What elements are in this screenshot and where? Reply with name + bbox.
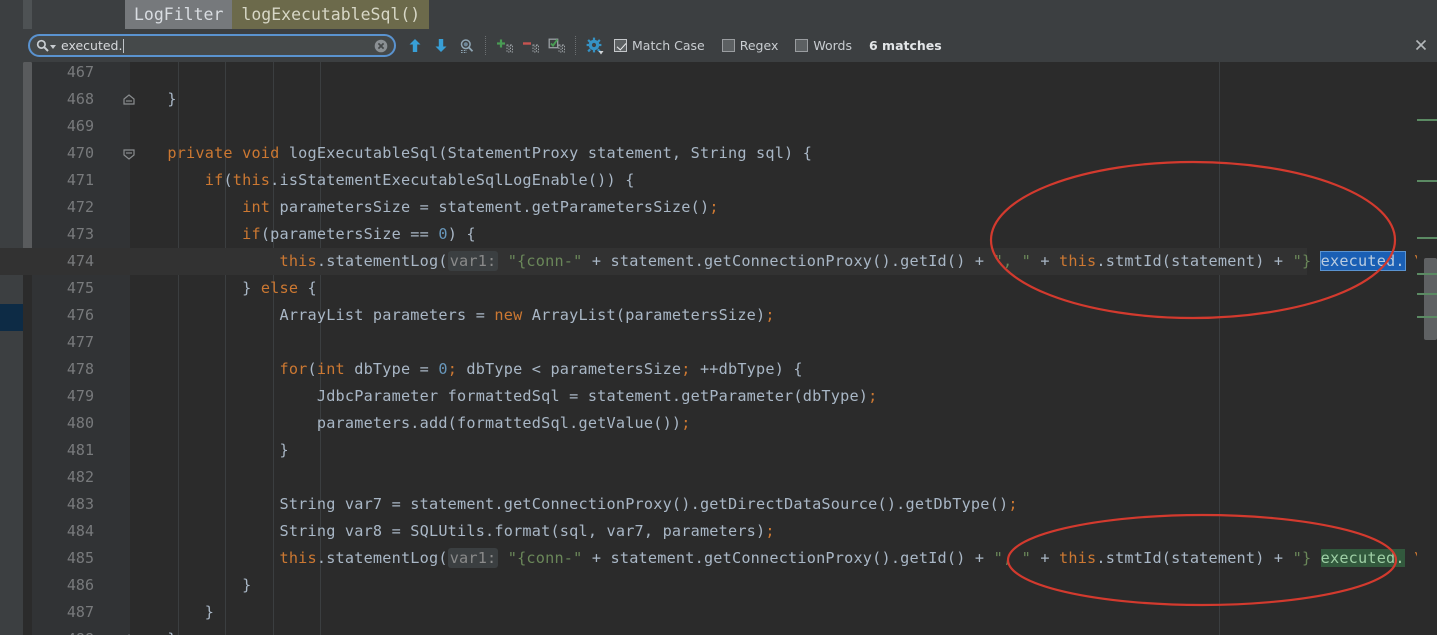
breadcrumb-item-method[interactable]: logExecutableSql() bbox=[232, 0, 430, 29]
find-all-button[interactable] bbox=[454, 33, 480, 59]
code-line-text: if(this.isStatementExecutableSqlLogEnabl… bbox=[204, 171, 635, 189]
find-settings-button[interactable] bbox=[582, 33, 608, 59]
parameter-hint: var1: bbox=[447, 251, 499, 271]
line-number: 476 bbox=[66, 306, 94, 324]
find-next-button[interactable] bbox=[428, 33, 454, 59]
code-line-text: this.statementLog(var1: "{conn-" + state… bbox=[279, 548, 1437, 568]
regex-checkbox[interactable]: Regex bbox=[721, 38, 779, 53]
line-number: 478 bbox=[66, 360, 94, 378]
search-match: executed. bbox=[1320, 549, 1405, 567]
code-line-text: int parametersSize = statement.getParame… bbox=[242, 198, 719, 216]
line-number: 472 bbox=[66, 198, 94, 216]
match-case-label: Match Case bbox=[632, 38, 705, 53]
words-label: Words bbox=[813, 38, 852, 53]
add-occurrence-button[interactable] bbox=[544, 33, 570, 59]
code-line[interactable] bbox=[0, 464, 1307, 491]
checkbox-icon bbox=[795, 39, 809, 52]
find-nav-group bbox=[402, 29, 608, 62]
line-number: 474 bbox=[66, 252, 94, 270]
code-line[interactable] bbox=[0, 86, 1307, 113]
code-line[interactable] bbox=[0, 329, 1307, 356]
code-line-text: parameters.add(formattedSql.getValue()); bbox=[130, 414, 691, 432]
line-number: 468 bbox=[66, 90, 94, 108]
line-number: 467 bbox=[66, 63, 94, 81]
code-line-text: JdbcParameter formattedSql = statement.g… bbox=[130, 387, 878, 405]
code-line[interactable] bbox=[0, 113, 1307, 140]
code-line-text: } else { bbox=[130, 279, 317, 297]
code-line-text: private void logExecutableSql(StatementP… bbox=[167, 144, 813, 162]
code-line[interactable] bbox=[0, 626, 1307, 635]
clear-circle-icon[interactable] bbox=[374, 39, 388, 53]
breadcrumb-item-class[interactable]: LogFilter bbox=[125, 0, 233, 29]
regex-label: Regex bbox=[739, 38, 779, 53]
code-line-text: } bbox=[130, 576, 252, 594]
code-line-text: ArrayList parameters = new ArrayList(par… bbox=[130, 306, 775, 324]
checkbox-icon bbox=[721, 39, 735, 52]
match-case-checkbox[interactable]: Match Case bbox=[614, 38, 705, 53]
select-all-occurrences-button[interactable] bbox=[492, 33, 518, 59]
search-icon bbox=[36, 39, 49, 52]
code-line-text: } bbox=[130, 441, 289, 459]
match-count-label: 6 matches bbox=[869, 38, 942, 53]
search-match-current: executed. bbox=[1319, 251, 1406, 271]
line-number: 471 bbox=[66, 171, 94, 189]
line-number: 470 bbox=[66, 144, 94, 162]
line-number: 483 bbox=[66, 495, 94, 513]
chevron-down-icon[interactable] bbox=[50, 45, 56, 49]
toolbar-separator bbox=[575, 36, 577, 55]
code-line[interactable] bbox=[0, 62, 1307, 86]
code-line-text: if(parametersSize == 0) { bbox=[242, 225, 476, 243]
vertical-scrollbar-thumb[interactable] bbox=[1424, 258, 1437, 340]
code-line-text: for(int dbType = 0; dbType < parametersS… bbox=[279, 360, 803, 378]
line-number: 484 bbox=[66, 522, 94, 540]
code-editor[interactable]: 467 468 } 469 470 private void logExecutabl… bbox=[0, 62, 1437, 635]
remove-occurrence-button[interactable] bbox=[518, 33, 544, 59]
checkbox-icon bbox=[614, 39, 627, 52]
line-number: 482 bbox=[66, 468, 94, 486]
text-cursor bbox=[123, 38, 125, 53]
line-number: 488 bbox=[32, 626, 94, 635]
line-number: 477 bbox=[66, 333, 94, 351]
line-number: 479 bbox=[66, 387, 94, 405]
editor-window: LogFilter logExecutableSql() executed. M… bbox=[0, 0, 1437, 635]
line-number: 480 bbox=[66, 414, 94, 432]
line-number: 485 bbox=[66, 549, 94, 567]
line-number: 475 bbox=[66, 279, 94, 297]
line-number: 469 bbox=[66, 117, 94, 135]
code-line-text: String var8 = SQLUtils.format(sql, var7,… bbox=[130, 522, 775, 540]
find-options-group: Match Case Regex Words 6 matches bbox=[614, 29, 942, 62]
search-input-value: executed. bbox=[61, 38, 123, 53]
code-line-text: } bbox=[130, 90, 177, 108]
find-previous-button[interactable] bbox=[402, 33, 428, 59]
close-icon[interactable] bbox=[1413, 37, 1429, 53]
line-number: 486 bbox=[66, 576, 94, 594]
breadcrumb-rail bbox=[23, 0, 32, 29]
search-input[interactable]: executed. bbox=[28, 34, 396, 57]
code-line-text: this.statementLog(var1: "{conn-" + state… bbox=[279, 251, 1437, 271]
match-markers-gutter[interactable] bbox=[1417, 62, 1437, 635]
code-line-text: String var7 = statement.getConnectionPro… bbox=[130, 495, 1018, 513]
find-bar: executed. Match Case Regex Words 6 match… bbox=[0, 29, 1437, 63]
words-checkbox[interactable]: Words bbox=[795, 38, 852, 53]
parameter-hint: var1: bbox=[447, 548, 499, 568]
breadcrumb-bar: LogFilter logExecutableSql() bbox=[0, 0, 1437, 29]
line-number: 487 bbox=[66, 603, 94, 621]
line-number: 473 bbox=[66, 225, 94, 243]
code-line-text: } bbox=[130, 626, 177, 635]
breadcrumb-spacer bbox=[0, 0, 125, 29]
code-line-text: } bbox=[130, 603, 215, 621]
toolbar-separator bbox=[485, 36, 487, 55]
line-number: 481 bbox=[66, 441, 94, 459]
